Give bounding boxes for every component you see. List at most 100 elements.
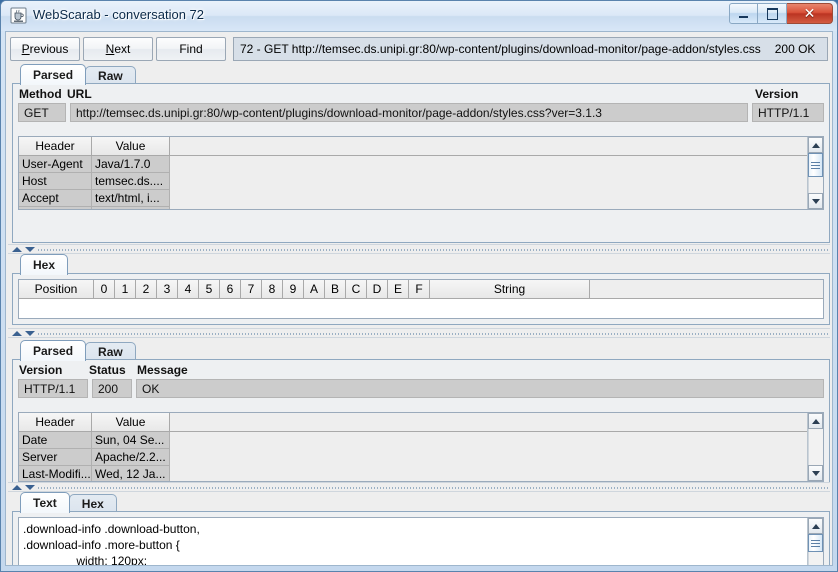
hex-column-position[interactable]: Position	[19, 280, 94, 299]
hex-column-5[interactable]: 5	[199, 280, 220, 299]
tab-body-text-label: Text	[33, 496, 57, 510]
request-version-value[interactable]: HTTP/1.1	[752, 103, 824, 122]
request-hex-tab-strip: Hex	[12, 254, 830, 275]
split-divider-response[interactable]	[8, 482, 830, 492]
table-row[interactable]: Proxy-Conn... keep-alive	[19, 207, 823, 209]
body-scrollbar[interactable]	[807, 518, 823, 565]
hex-column-0[interactable]: 0	[94, 280, 115, 299]
hex-column-b[interactable]: B	[325, 280, 346, 299]
response-header-value: Sun, 04 Se...	[92, 432, 170, 449]
response-version-value[interactable]: HTTP/1.1	[18, 379, 88, 398]
collapse-up-icon[interactable]	[12, 246, 22, 252]
column-header-filler	[170, 413, 823, 432]
previous-button[interactable]: Previous	[10, 36, 80, 61]
row-filler	[170, 156, 823, 173]
scroll-up-button[interactable]	[808, 413, 823, 429]
response-body-textarea[interactable]: .download-info .download-button, .downlo…	[18, 517, 824, 565]
table-row[interactable]: Accept text/html, i...	[19, 190, 823, 207]
request-header-value: temsec.ds....	[92, 173, 170, 190]
response-header-name: Server	[19, 449, 92, 466]
hex-table: Position 0 1 2 3 4 5 6 7 8 9 A B C D E F…	[18, 279, 824, 319]
tab-response-parsed[interactable]: Parsed	[20, 340, 87, 361]
request-header-value: text/html, i...	[92, 190, 170, 207]
next-button[interactable]: Next	[83, 36, 153, 61]
response-headers-scrollbar[interactable]	[807, 413, 823, 481]
request-headers-table-head: Header Value	[19, 137, 823, 156]
table-row[interactable]: Last-Modifi... Wed, 12 Ja...	[19, 466, 823, 481]
row-filler	[170, 466, 823, 481]
hex-column-f[interactable]: F	[409, 280, 430, 299]
hex-column-1[interactable]: 1	[115, 280, 136, 299]
scroll-thumb[interactable]	[808, 534, 823, 552]
minimize-button[interactable]	[729, 3, 758, 24]
response-headers-table-head: Header Value	[19, 413, 823, 432]
request-tab-strip: Parsed Raw	[12, 64, 830, 85]
response-status-value[interactable]: 200	[92, 379, 132, 398]
scroll-down-button[interactable]	[808, 465, 823, 481]
divider-texture	[38, 487, 828, 489]
hex-column-4[interactable]: 4	[178, 280, 199, 299]
collapse-up-icon[interactable]	[12, 484, 22, 490]
column-header-value[interactable]: Value	[92, 137, 170, 156]
collapse-down-icon[interactable]	[25, 330, 35, 336]
close-button[interactable]: ✕	[787, 3, 833, 24]
response-status-label: Status	[89, 363, 126, 377]
request-headers-scrollbar[interactable]	[807, 137, 823, 209]
response-message-label: Message	[137, 363, 188, 377]
hex-column-9[interactable]: 9	[283, 280, 304, 299]
hex-column-e[interactable]: E	[388, 280, 409, 299]
response-message-value[interactable]: OK	[136, 379, 824, 398]
collapse-down-icon[interactable]	[25, 246, 35, 252]
request-header-name: Host	[19, 173, 92, 190]
scroll-up-button[interactable]	[808, 518, 823, 534]
scroll-down-button[interactable]	[808, 193, 823, 209]
table-row[interactable]: Server Apache/2.2...	[19, 449, 823, 466]
split-divider-hex[interactable]	[8, 328, 830, 338]
response-parsed-body: Version Status Message HTTP/1.1 200 OK H…	[12, 359, 830, 487]
arrow-down-icon	[811, 198, 820, 204]
hex-column-3[interactable]: 3	[157, 280, 178, 299]
tab-request-parsed[interactable]: Parsed	[20, 64, 87, 85]
hex-column-6[interactable]: 6	[220, 280, 241, 299]
scroll-track[interactable]	[808, 429, 823, 465]
arrow-up-icon	[811, 418, 820, 424]
table-row[interactable]: Date Sun, 04 Se...	[19, 432, 823, 449]
column-header-header[interactable]: Header	[19, 137, 92, 156]
request-url-value[interactable]: http://temsec.ds.unipi.gr:80/wp-content/…	[70, 103, 748, 122]
row-filler	[170, 432, 823, 449]
hex-column-string[interactable]: String	[430, 280, 590, 299]
hex-column-a[interactable]: A	[304, 280, 325, 299]
scroll-thumb[interactable]	[808, 153, 823, 177]
collapse-down-icon[interactable]	[25, 484, 35, 490]
previous-mnemonic: P	[21, 41, 30, 56]
response-header-value: Wed, 12 Ja...	[92, 466, 170, 481]
find-button[interactable]: Find	[156, 36, 226, 61]
grip-icon	[811, 539, 820, 547]
split-divider-request[interactable]	[8, 244, 830, 254]
tab-body-text[interactable]: Text	[20, 492, 70, 513]
conversation-summary-field[interactable]: 72 - GET http://temsec.ds.unipi.gr:80/wp…	[233, 36, 828, 61]
hex-column-c[interactable]: C	[346, 280, 367, 299]
table-row[interactable]: Host temsec.ds....	[19, 173, 823, 190]
column-header-header[interactable]: Header	[19, 413, 92, 432]
grip-icon	[811, 161, 820, 169]
response-panel: Parsed Raw Version Status Message HTTP/1…	[12, 340, 830, 488]
status-line-headers: Version Status Message	[13, 360, 829, 379]
hex-column-d[interactable]: D	[367, 280, 388, 299]
java-coffee-cup-icon	[10, 7, 27, 24]
request-header-name: Proxy-Conn...	[19, 207, 92, 209]
hex-column-8[interactable]: 8	[262, 280, 283, 299]
request-method-value[interactable]: GET	[18, 103, 66, 122]
table-row[interactable]: User-Agent Java/1.7.0	[19, 156, 823, 173]
hex-column-7[interactable]: 7	[241, 280, 262, 299]
arrow-up-icon	[811, 523, 820, 529]
scroll-up-button[interactable]	[808, 137, 823, 153]
maximize-button[interactable]	[758, 3, 787, 24]
collapse-up-icon[interactable]	[12, 330, 22, 336]
minimize-icon	[730, 4, 757, 23]
request-url-label: URL	[67, 87, 92, 101]
column-header-value[interactable]: Value	[92, 413, 170, 432]
hex-column-2[interactable]: 2	[136, 280, 157, 299]
tab-request-hex[interactable]: Hex	[20, 254, 69, 275]
row-filler	[170, 207, 823, 209]
